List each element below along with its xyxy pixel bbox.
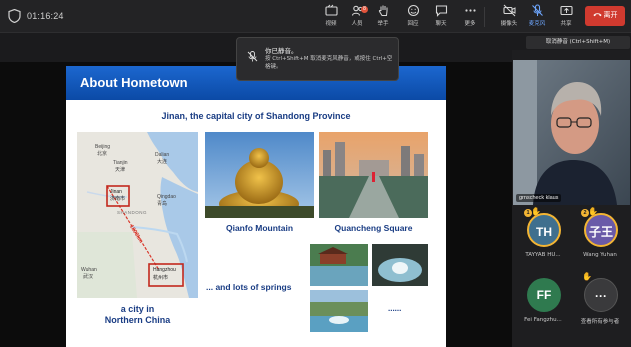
chat-icon (435, 5, 447, 17)
mic-off-icon (247, 51, 258, 62)
participant-tile-1[interactable]: TH 1 ✋ TAYYAB HU... (515, 207, 571, 273)
reaction-icon (407, 4, 419, 17)
video-icon (324, 4, 338, 16)
video-button[interactable]: 视频 (318, 4, 344, 32)
raised-hand-icon: ✋ (588, 207, 598, 216)
avatar: 子王 (584, 213, 618, 247)
unmute-shortcut-tooltip: 取消静音 (Ctrl+Shift+M) (526, 36, 630, 49)
raised-hand-icon: ✋ (531, 207, 541, 216)
more-icon (464, 9, 476, 12)
springs-caption: ... and lots of springs (206, 282, 292, 292)
avatar: FF (527, 278, 561, 312)
meeting-timer: 01:16:24 (27, 11, 64, 21)
more-ellipsis: ...... (388, 304, 402, 313)
map-caption: a city in Northern China (104, 304, 171, 325)
more-button[interactable]: 更多 (457, 4, 483, 32)
map-graphic (77, 132, 198, 298)
china-map: Beijing 北京 Dalian 大连 Tianjin 天津 Qingdao … (77, 132, 198, 298)
participant-tile-3[interactable]: FF Fei Fangzhu... (515, 272, 571, 338)
participant-name-tag: grnscheck klaus (516, 194, 562, 202)
toolbar-divider (484, 7, 485, 27)
microphone-button[interactable]: 麦克风 (524, 4, 550, 32)
view-all-participants-button[interactable]: ··· ✋ 查看所有参与者 (572, 272, 628, 338)
reaction-button[interactable]: 回应 (400, 4, 426, 32)
camera-off-icon (502, 4, 515, 17)
participant-tile-2[interactable]: 子王 2 ✋ Wang Yuhan (572, 207, 628, 273)
people-count-badge: 8 (361, 6, 368, 13)
more-icon: ··· (584, 278, 618, 312)
chat-button[interactable]: 聊天 (428, 4, 454, 32)
share-icon (559, 5, 573, 16)
spring-photo-3 (310, 290, 368, 332)
avatar: TH (527, 213, 561, 247)
spring-photo-1 (310, 244, 368, 286)
leave-button[interactable]: 离开 (585, 6, 625, 26)
meeting-toolbar: 01:16:24 视频 8 人员 举手 回应 聊天 更多 摄像头 麦克风 共享 … (0, 0, 631, 33)
slide-subtitle: Jinan, the capital city of Shandong Prov… (161, 111, 351, 121)
share-button[interactable]: 共享 (553, 4, 579, 32)
qianfo-mountain-photo (205, 132, 314, 218)
camera-button[interactable]: 摄像头 (496, 4, 522, 32)
quancheng-caption: Quancheng Square (334, 223, 413, 233)
participant-video[interactable]: grnscheck klaus (513, 60, 630, 205)
qianfo-caption: Qianfo Mountain (225, 223, 294, 233)
raise-hand-icon (378, 5, 387, 16)
quancheng-square-photo (319, 132, 428, 218)
phone-hangup-icon (592, 13, 602, 17)
presentation-slide: About Hometown Jinan, the capital city o… (66, 66, 446, 347)
shield-icon (8, 9, 21, 23)
spring-photo-2 (372, 244, 428, 286)
raise-hand-button[interactable]: 举手 (370, 4, 396, 32)
muted-notification: 你已静音。 按 Ctrl+Shift+M 取消麦克风静音，或按住 Ctrl+空格… (236, 37, 399, 81)
raised-hand-icon: ✋ (582, 272, 592, 281)
people-button[interactable]: 8 人员 (344, 4, 370, 32)
mic-off-icon (531, 4, 543, 16)
